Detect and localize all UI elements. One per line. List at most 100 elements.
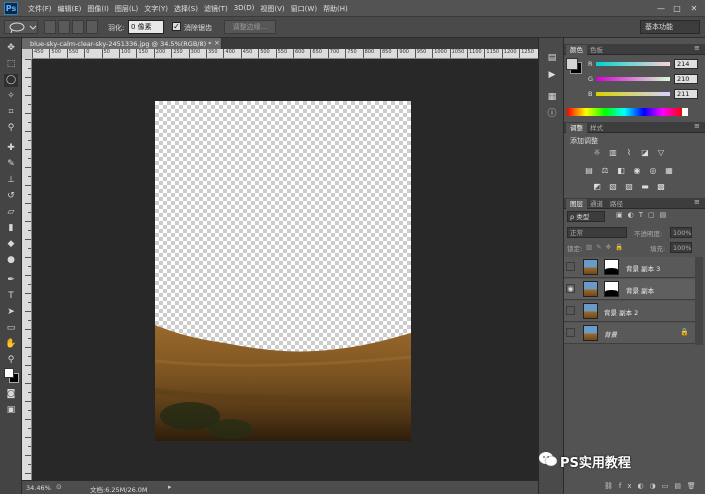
clone-stamp-tool-icon[interactable]: ⊥ bbox=[4, 174, 18, 187]
actions-panel-icon[interactable]: ▶ bbox=[545, 69, 559, 82]
quick-select-tool-icon[interactable]: ✧ bbox=[4, 90, 18, 103]
visibility-toggle[interactable] bbox=[566, 262, 575, 271]
document-canvas[interactable] bbox=[155, 101, 411, 441]
blend-mode-select[interactable]: 正常 bbox=[567, 227, 627, 238]
color-ramp-white[interactable] bbox=[682, 108, 688, 116]
menu-type[interactable]: 文字(Y) bbox=[144, 4, 168, 14]
refine-edge-button[interactable]: 调整边缘... bbox=[224, 20, 276, 34]
layer-row[interactable]: 背景 副本 2 bbox=[564, 301, 695, 322]
b-value[interactable]: 211 bbox=[674, 89, 698, 99]
menu-layer[interactable]: 图层(L) bbox=[115, 4, 138, 14]
color-lookup-icon[interactable]: ▦ bbox=[664, 166, 674, 176]
status-menu-arrow-icon[interactable]: ▸ bbox=[168, 483, 172, 491]
zoom-tool-icon[interactable]: ⚲ bbox=[4, 354, 18, 367]
crop-tool-icon[interactable]: ⌗ bbox=[4, 106, 18, 119]
hand-tool-icon[interactable]: ✋ bbox=[4, 338, 18, 351]
panel-menu-icon[interactable]: ≡ bbox=[694, 198, 700, 206]
tab-paths[interactable]: 路径 bbox=[606, 199, 627, 209]
layer-row[interactable]: 背景 副本 3 bbox=[564, 257, 695, 278]
path-select-tool-icon[interactable]: ➤ bbox=[4, 306, 18, 319]
marquee-tool-icon[interactable]: ⬚ bbox=[4, 58, 18, 71]
r-value[interactable]: 214 bbox=[674, 59, 698, 69]
layer-row[interactable]: ◉ 背景 副本 bbox=[564, 279, 695, 300]
eraser-tool-icon[interactable]: ▱ bbox=[4, 206, 18, 219]
fill-input[interactable]: 100% bbox=[670, 242, 692, 253]
subtract-selection-button[interactable] bbox=[72, 20, 84, 34]
zoom-level-field[interactable]: 34.46% bbox=[26, 483, 52, 493]
menu-filter[interactable]: 滤镜(T) bbox=[204, 4, 228, 14]
layers-scrollbar[interactable] bbox=[695, 257, 703, 345]
new-selection-button[interactable] bbox=[44, 20, 56, 34]
curves-icon[interactable]: ⌇ bbox=[624, 148, 634, 158]
tab-adjustments[interactable]: 调整 bbox=[566, 123, 587, 133]
add-to-selection-button[interactable] bbox=[58, 20, 70, 34]
menu-window[interactable]: 窗口(W) bbox=[291, 4, 317, 14]
eye-icon[interactable]: ◉ bbox=[566, 284, 575, 293]
layers-footer-icons[interactable]: ⛓fx◐◑▭▤🗑 bbox=[604, 482, 702, 490]
swatches-panel-icon[interactable]: ▦ bbox=[545, 91, 559, 104]
color-foreground-swatch[interactable] bbox=[566, 58, 578, 70]
layer-name[interactable]: 背景 bbox=[604, 329, 617, 339]
color-ramp[interactable] bbox=[567, 108, 682, 116]
channel-mixer-icon[interactable]: ◎ bbox=[648, 166, 658, 176]
workspace-select[interactable]: 基本功能 bbox=[640, 20, 700, 34]
black-white-icon[interactable]: ◧ bbox=[616, 166, 626, 176]
move-tool-icon[interactable]: ✥ bbox=[4, 42, 18, 55]
menu-file[interactable]: 文件(F) bbox=[28, 4, 52, 14]
history-brush-tool-icon[interactable]: ↺ bbox=[4, 190, 18, 203]
history-panel-icon[interactable]: ▤ bbox=[545, 52, 559, 65]
color-balance-icon[interactable]: ⚖ bbox=[600, 166, 610, 176]
quick-mask-icon[interactable]: ◙ bbox=[4, 388, 18, 401]
menu-select[interactable]: 选择(S) bbox=[174, 4, 198, 14]
menu-help[interactable]: 帮助(H) bbox=[323, 4, 348, 14]
menu-view[interactable]: 视图(V) bbox=[260, 4, 284, 14]
lock-icons[interactable]: ▨✎✥🔒 bbox=[586, 243, 627, 251]
status-info-icon[interactable]: ⊙ bbox=[56, 483, 62, 491]
foreground-color-swatch[interactable] bbox=[4, 368, 14, 378]
layer-name[interactable]: 背景 副本 bbox=[626, 285, 654, 295]
pen-tool-icon[interactable]: ✒ bbox=[4, 274, 18, 287]
layer-name[interactable]: 背景 副本 3 bbox=[626, 263, 660, 273]
gradient-tool-icon[interactable]: ▮ bbox=[4, 222, 18, 235]
exposure-icon[interactable]: ◪ bbox=[640, 148, 650, 158]
gradient-map-icon[interactable]: ▬ bbox=[640, 182, 650, 192]
hue-saturation-icon[interactable]: ▤ bbox=[584, 166, 594, 176]
shape-tool-icon[interactable]: ▭ bbox=[4, 322, 18, 335]
eyedropper-tool-icon[interactable]: ⚲ bbox=[4, 122, 18, 135]
menu-3d[interactable]: 3D(D) bbox=[234, 4, 255, 14]
tab-color[interactable]: 颜色 bbox=[566, 45, 587, 55]
opacity-input[interactable]: 100% bbox=[670, 227, 692, 238]
feather-input[interactable]: 0 像素 bbox=[128, 20, 164, 34]
horizontal-ruler[interactable]: 450 500 550 0 50 100 150 200 250 300 350 400 450 500 5… bbox=[32, 49, 538, 59]
panel-menu-icon[interactable]: ≡ bbox=[694, 122, 700, 130]
layer-filter-select[interactable]: ρ 类型 bbox=[567, 211, 605, 222]
maximize-button[interactable]: □ bbox=[671, 3, 683, 14]
ruler-origin[interactable] bbox=[22, 49, 32, 59]
brightness-icon[interactable]: ☼ bbox=[592, 148, 602, 158]
antialias-checkbox[interactable]: ✓ bbox=[172, 22, 181, 31]
b-slider[interactable] bbox=[596, 92, 670, 96]
type-tool-icon[interactable]: T bbox=[4, 290, 18, 303]
tab-layers[interactable]: 图层 bbox=[566, 199, 587, 209]
document-tab[interactable]: blue-sky-calm-clear-sky-2451336.jpg @ 34… bbox=[22, 38, 222, 49]
visibility-toggle[interactable] bbox=[566, 328, 575, 337]
menu-image[interactable]: 图像(I) bbox=[87, 4, 109, 14]
tool-preset-picker[interactable] bbox=[4, 20, 38, 34]
panel-menu-icon[interactable]: ≡ bbox=[694, 44, 700, 52]
vertical-ruler[interactable] bbox=[22, 59, 32, 480]
invert-icon[interactable]: ◩ bbox=[592, 182, 602, 192]
healing-brush-tool-icon[interactable]: ✚ bbox=[4, 142, 18, 155]
selective-color-icon[interactable]: ▩ bbox=[656, 182, 666, 192]
color-swatches[interactable] bbox=[4, 368, 20, 384]
g-value[interactable]: 210 bbox=[674, 74, 698, 84]
layer-filter-icons[interactable]: ▣◐T▢▤ bbox=[616, 211, 671, 219]
menu-edit[interactable]: 编辑(E) bbox=[58, 4, 82, 14]
posterize-icon[interactable]: ▧ bbox=[608, 182, 618, 192]
minimize-button[interactable]: — bbox=[655, 3, 667, 14]
r-slider[interactable] bbox=[596, 62, 670, 66]
visibility-toggle[interactable] bbox=[566, 306, 575, 315]
close-button[interactable]: ✕ bbox=[688, 3, 700, 14]
info-panel-icon[interactable]: ⓘ bbox=[545, 108, 559, 121]
tab-swatches[interactable]: 色板 bbox=[586, 45, 607, 55]
g-slider[interactable] bbox=[596, 77, 670, 81]
